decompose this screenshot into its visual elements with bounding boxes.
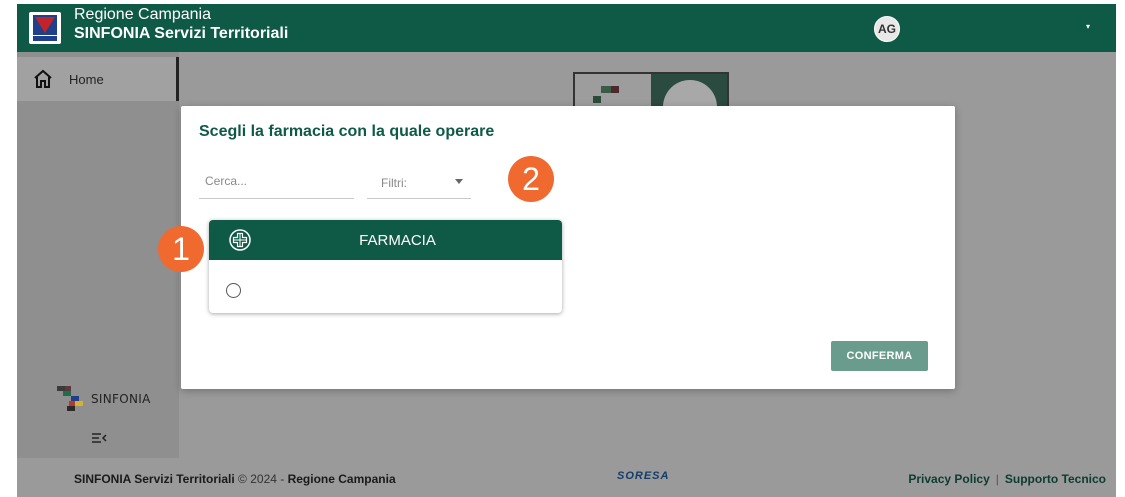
pharmacy-select-dialog: Scegli la farmacia con la quale operare … xyxy=(181,106,955,389)
pharmacy-card[interactable]: FARMACIA xyxy=(209,220,562,313)
step-badge-2: 2 xyxy=(508,156,554,202)
search-field xyxy=(199,167,354,199)
dialog-title: Scegli la farmacia con la quale operare xyxy=(199,123,495,140)
footer-copyright: SINFONIA Servizi Territoriali © 2024 - R… xyxy=(74,472,396,486)
confirm-button[interactable]: CONFERMA xyxy=(831,341,928,371)
privacy-policy-link[interactable]: Privacy Policy xyxy=(908,472,989,486)
user-menu-caret-icon[interactable]: ▾ xyxy=(1086,22,1090,31)
support-link[interactable]: Supporto Tecnico xyxy=(1005,472,1106,486)
region-logo[interactable] xyxy=(29,12,61,44)
collapse-menu-icon[interactable] xyxy=(91,430,107,446)
step-badge-1: 1 xyxy=(158,226,204,272)
footer-copyright-year: © 2024 - xyxy=(234,472,288,486)
user-avatar[interactable]: AG xyxy=(874,16,900,42)
search-input[interactable] xyxy=(199,167,354,195)
sinfonia-logo-icon xyxy=(57,386,83,411)
sidebar-item-home[interactable]: Home xyxy=(17,57,179,101)
filter-label: Filtri: xyxy=(381,175,407,190)
sidebar: Home SINFONIA xyxy=(17,52,179,458)
region-crest-icon xyxy=(33,15,57,41)
home-icon xyxy=(34,69,52,88)
pharmacy-card-title: FARMACIA xyxy=(359,232,436,249)
app-title: Regione Campania SINFONIA Servizi Territ… xyxy=(74,6,288,44)
footer-separator: | xyxy=(995,472,999,486)
page: Regione Campania SINFONIA Servizi Territ… xyxy=(0,0,1125,497)
app-title-service: SINFONIA Servizi Territoriali xyxy=(74,25,289,42)
sinfonia-logo-text: SINFONIA xyxy=(91,392,151,406)
footer: SINFONIA Servizi Territoriali © 2024 - R… xyxy=(17,458,1116,497)
footer-app-name: SINFONIA Servizi Territoriali xyxy=(74,472,235,486)
app-header: Regione Campania SINFONIA Servizi Territ… xyxy=(17,4,1116,52)
footer-links: Privacy Policy | Supporto Tecnico xyxy=(908,472,1106,486)
sidebar-item-label: Home xyxy=(69,71,104,87)
chevron-down-icon xyxy=(455,179,463,184)
soresa-logo: SORESA xyxy=(617,470,670,482)
filter-select[interactable]: Filtri: xyxy=(367,167,471,199)
sinfonia-logo: SINFONIA xyxy=(55,386,151,412)
footer-region-link[interactable]: Regione Campania xyxy=(288,472,396,486)
pharmacy-radio[interactable] xyxy=(226,283,241,298)
pharmacy-card-header: FARMACIA xyxy=(209,220,562,260)
app-title-region: Regione Campania xyxy=(74,6,211,23)
